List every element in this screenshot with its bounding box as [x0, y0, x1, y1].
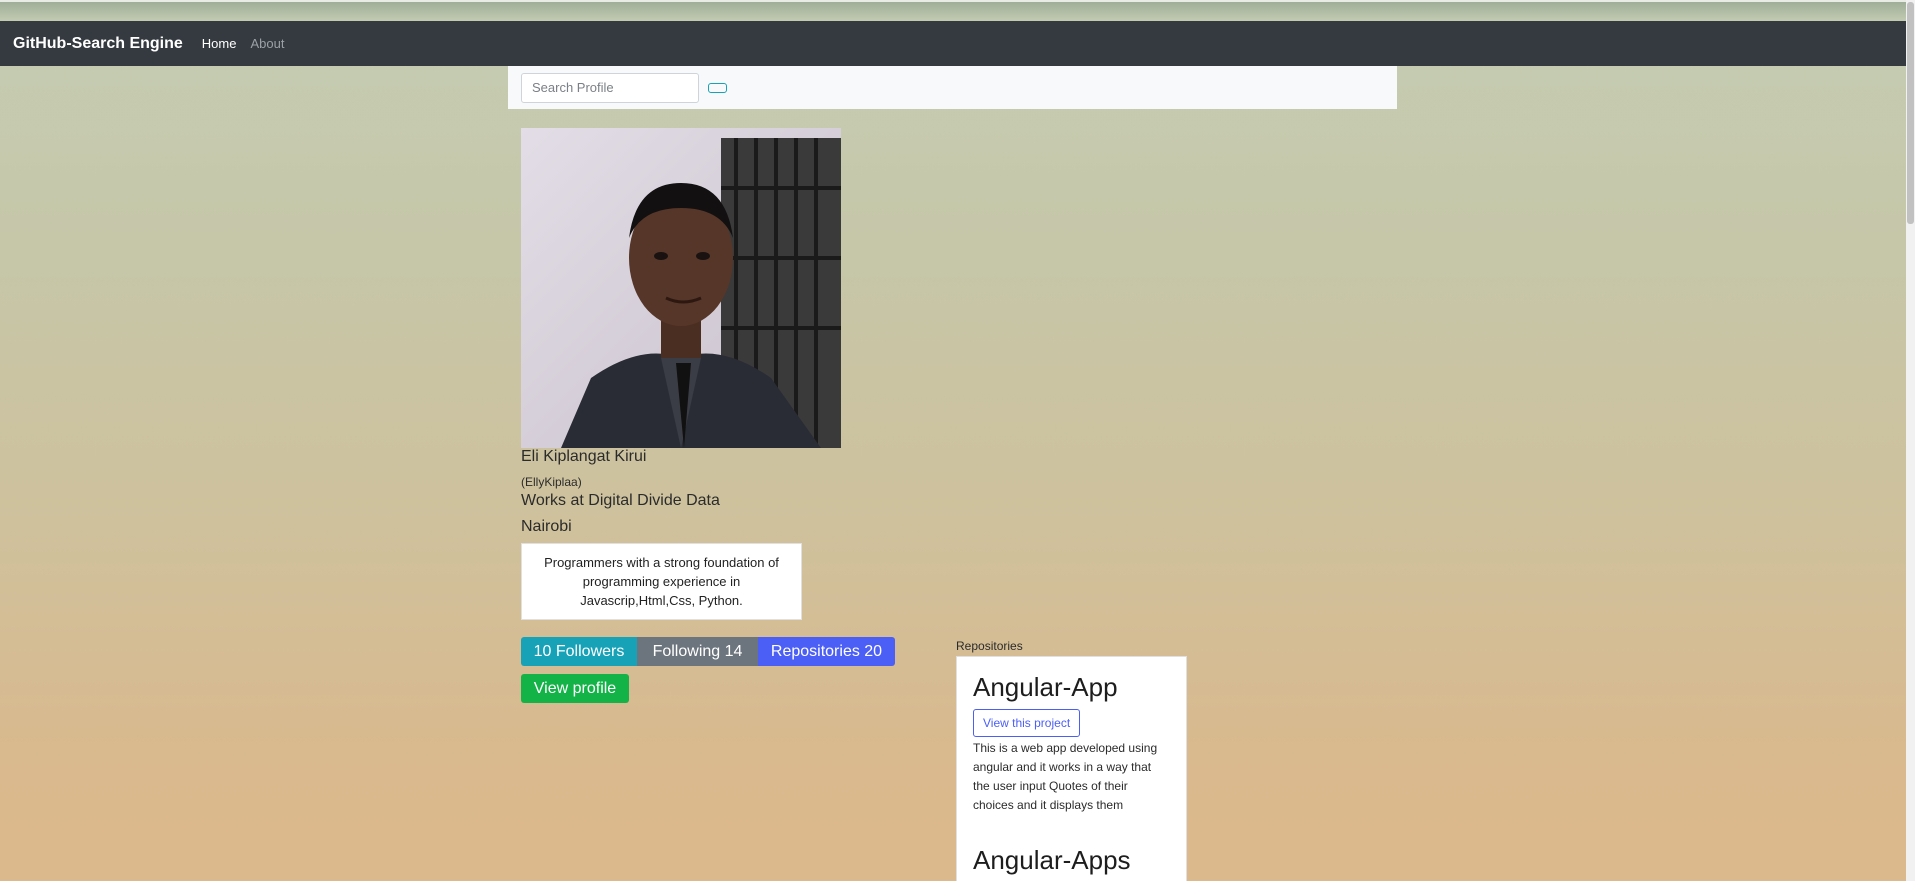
profile-company: Works at Digital Divide Data: [521, 492, 720, 509]
view-project-button[interactable]: View this project: [973, 709, 1081, 737]
navbar: GitHub-Search Engine Home About: [0, 21, 1906, 66]
navbar-brand[interactable]: GitHub-Search Engine: [13, 35, 183, 53]
search-input[interactable]: [521, 72, 699, 103]
repo-name: Angular-Apps: [973, 845, 1131, 875]
profile-login: (EllyKiplaa): [521, 475, 582, 489]
profile-bio: Programmers with a strong foundation of …: [521, 543, 802, 620]
following-badge[interactable]: Following 14: [637, 637, 758, 666]
followers-badge[interactable]: 10 Followers: [521, 637, 637, 666]
view-profile-button[interactable]: View profile: [521, 674, 629, 703]
page-scrollbar[interactable]: [1906, 0, 1915, 881]
nav-link-about[interactable]: About: [250, 36, 284, 51]
repositories-heading: Repositories: [956, 639, 1023, 653]
profile-name: Eli Kiplangat Kirui: [521, 448, 647, 465]
avatar: [521, 128, 841, 448]
profile-location: Nairobi: [521, 518, 572, 535]
repositories-card: Angular-App View this project This is a …: [956, 656, 1187, 881]
repo-description: This is a web app developed using angula…: [973, 741, 1158, 812]
profile-bio-text: Programmers with a strong foundation of …: [544, 555, 779, 608]
search-button[interactable]: [708, 82, 727, 93]
avatar-photo: [521, 128, 841, 448]
search-bar: [508, 66, 1397, 109]
browser-top-strip: [0, 0, 1915, 21]
repositories-badge[interactable]: Repositories 20: [758, 637, 895, 666]
repo-name: Angular-App: [973, 672, 1118, 702]
nav-link-home[interactable]: Home: [202, 36, 237, 51]
profile-stats: 10 Followers Following 14 Repositories 2…: [521, 637, 895, 666]
scrollbar-thumb[interactable]: [1907, 2, 1914, 224]
